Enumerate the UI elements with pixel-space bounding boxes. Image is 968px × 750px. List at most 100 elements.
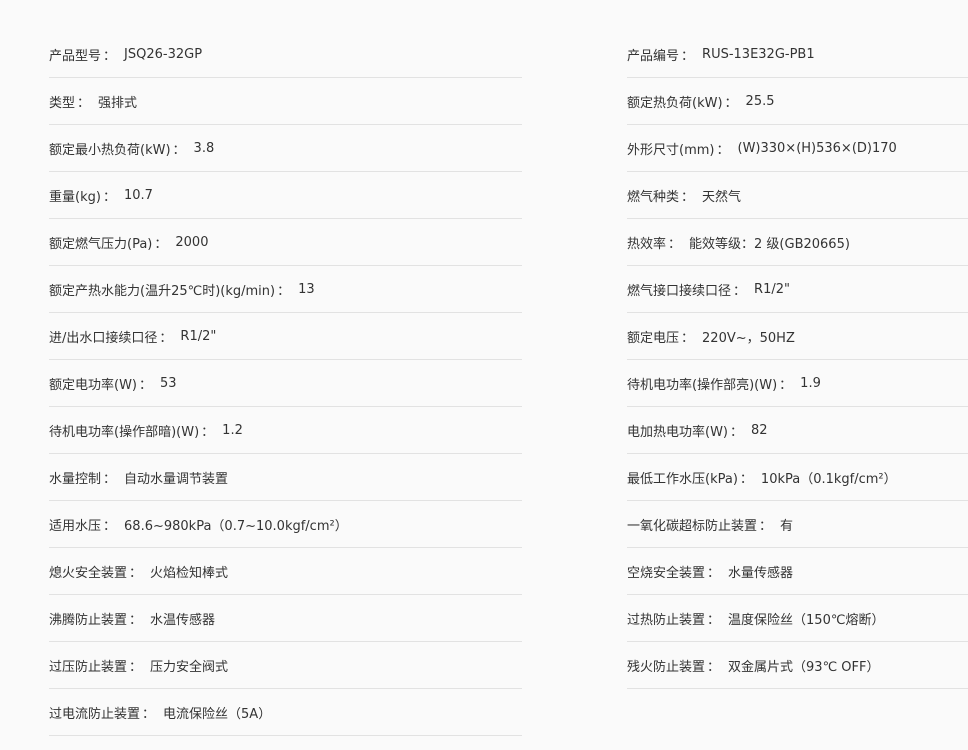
spec-separator: ： — [172, 142, 186, 158]
spec-label: 适用水压 — [49, 518, 102, 534]
spec-row: 电加热电功率(W) ： 82 — [627, 407, 968, 454]
spec-row: 过热防止装置 ： 温度保险丝（150℃熔断） — [627, 595, 968, 642]
spec-value: R1/2" — [180, 328, 217, 344]
spec-row: 额定电功率(W) ： 53 — [49, 360, 522, 407]
spec-row: 待机电功率(操作部亮)(W) ： 1.9 — [627, 360, 968, 407]
spec-label: 空烧安全装置 — [627, 565, 706, 581]
spec-value: R1/2" — [754, 281, 790, 297]
spec-page: 产品型号 ： JSQ26-32GP 类型 ： 强排式 额定最小热负荷(kW) ：… — [0, 0, 968, 750]
spec-row: 额定热负荷(kW) ： 25.5 — [627, 78, 968, 125]
spec-row: 类型 ： 强排式 — [49, 78, 522, 125]
spec-separator: ： — [129, 612, 143, 628]
spec-row: 过电流防止装置 ： 电流保险丝（5A） — [49, 689, 522, 736]
spec-label: 进/出水口接续口径 — [49, 330, 158, 346]
spec-value: RUS-13E32G-PB1 — [702, 46, 815, 62]
spec-separator: ： — [681, 48, 695, 64]
spec-value: 10kPa（0.1kgf/cm²） — [760, 471, 897, 487]
spec-label: 类型 — [49, 95, 76, 111]
spec-label: 额定最小热负荷(kW) — [49, 142, 171, 158]
spec-separator: ： — [154, 236, 168, 252]
spec-row: 燃气接口接续口径 ： R1/2" — [627, 266, 968, 313]
spec-value: 强排式 — [98, 95, 138, 111]
spec-value: 电流保险丝（5A） — [163, 706, 272, 722]
spec-value: (W)330×(H)536×(D)170 — [737, 140, 897, 156]
spec-value: 能效等级：2 级(GB20665) — [689, 236, 850, 252]
spec-label: 残火防止装置 — [627, 659, 706, 675]
spec-label: 一氧化碳超标防止装置 — [627, 518, 758, 534]
spec-row: 进/出水口接续口径 ： R1/2" — [49, 313, 522, 360]
spec-row: 额定燃气压力(Pa) ： 2000 — [49, 219, 522, 266]
spec-label: 热效率 — [627, 236, 667, 252]
spec-separator: ： — [707, 659, 721, 675]
spec-value: 82 — [751, 422, 768, 438]
spec-separator: ： — [730, 424, 744, 440]
spec-row: 沸腾防止装置 ： 水温传感器 — [49, 595, 522, 642]
spec-value: 火焰检知棒式 — [150, 565, 229, 581]
spec-label: 额定热负荷(kW) — [627, 95, 723, 111]
spec-row: 产品编号 ： RUS-13E32G-PB1 — [627, 31, 968, 78]
spec-value: 2000 — [175, 234, 209, 250]
spec-value: 双金属片式（93℃ OFF） — [728, 659, 880, 675]
spec-value: 温度保险丝（150℃熔断） — [728, 612, 885, 628]
spec-row: 最低工作水压(kPa) ： 10kPa（0.1kgf/cm²） — [627, 454, 968, 501]
spec-label: 水量控制 — [49, 471, 102, 487]
spec-value: 10.7 — [123, 187, 153, 203]
spec-value: 3.8 — [193, 140, 215, 156]
spec-row: 空烧安全装置 ： 水量传感器 — [627, 548, 968, 595]
spec-separator: ： — [759, 518, 773, 534]
spec-row: 水量控制 ： 自动水量调节装置 — [49, 454, 522, 501]
spec-column-left: 产品型号 ： JSQ26-32GP 类型 ： 强排式 额定最小热负荷(kW) ：… — [49, 31, 522, 736]
spec-separator: ： — [77, 95, 91, 111]
spec-label: 过热防止装置 — [627, 612, 706, 628]
spec-value: 1.2 — [222, 422, 243, 438]
spec-label: 熄火安全装置 — [49, 565, 128, 581]
spec-label: 过压防止装置 — [49, 659, 128, 675]
spec-value: 天然气 — [702, 189, 742, 205]
spec-separator: ： — [707, 565, 721, 581]
spec-separator: ： — [129, 659, 143, 675]
spec-value: 压力安全阀式 — [150, 659, 229, 675]
spec-separator: ： — [277, 283, 291, 299]
spec-row: 额定电压 ： 220V~，50HZ — [627, 313, 968, 360]
spec-label: 燃气种类 — [627, 189, 680, 205]
spec-separator: ： — [103, 471, 117, 487]
spec-label: 沸腾防止装置 — [49, 612, 128, 628]
spec-value: 自动水量调节装置 — [124, 471, 229, 487]
spec-separator: ： — [103, 48, 117, 64]
spec-label: 最低工作水压(kPa) — [627, 471, 738, 487]
spec-row: 产品型号 ： JSQ26-32GP — [49, 31, 522, 78]
spec-separator: ： — [102, 189, 116, 205]
spec-row: 待机电功率(操作部暗)(W) ： 1.2 — [49, 407, 522, 454]
spec-separator: ： — [733, 283, 747, 299]
spec-label: 产品编号 — [627, 48, 680, 64]
spec-value: 220V~，50HZ — [702, 330, 795, 346]
spec-separator: ： — [129, 565, 143, 581]
spec-label: 待机电功率(操作部暗)(W) — [49, 424, 200, 440]
spec-label: 过电流防止装置 — [49, 706, 141, 722]
spec-label: 燃气接口接续口径 — [627, 283, 732, 299]
spec-value: 水量传感器 — [728, 565, 794, 581]
spec-separator: ： — [707, 612, 721, 628]
spec-separator: ： — [716, 142, 730, 158]
spec-row: 重量(kg) ： 10.7 — [49, 172, 522, 219]
spec-value: 1.9 — [800, 375, 821, 391]
spec-label: 电加热电功率(W) — [627, 424, 728, 440]
spec-separator: ： — [668, 236, 682, 252]
spec-label: 额定电压 — [627, 330, 680, 346]
spec-row: 外形尺寸(mm) ： (W)330×(H)536×(D)170 — [627, 125, 968, 172]
spec-value: JSQ26-32GP — [124, 46, 203, 62]
spec-value: 25.5 — [745, 93, 775, 109]
spec-label: 额定电功率(W) — [49, 377, 137, 393]
spec-separator: ： — [139, 377, 153, 393]
spec-value: 53 — [160, 375, 177, 391]
spec-separator: ： — [159, 330, 173, 346]
spec-label: 产品型号 — [49, 48, 102, 64]
spec-label: 额定产热水能力(温升25℃时)(kg/min) — [49, 283, 276, 299]
spec-row: 额定产热水能力(温升25℃时)(kg/min) ： 13 — [49, 266, 522, 313]
spec-row: 熄火安全装置 ： 火焰检知棒式 — [49, 548, 522, 595]
spec-value: 有 — [780, 518, 794, 534]
spec-row: 额定最小热负荷(kW) ： 3.8 — [49, 125, 522, 172]
spec-row: 适用水压 ： 68.6~980kPa（0.7~10.0kgf/cm²） — [49, 501, 522, 548]
spec-label: 额定燃气压力(Pa) — [49, 236, 153, 252]
spec-separator: ： — [103, 518, 117, 534]
